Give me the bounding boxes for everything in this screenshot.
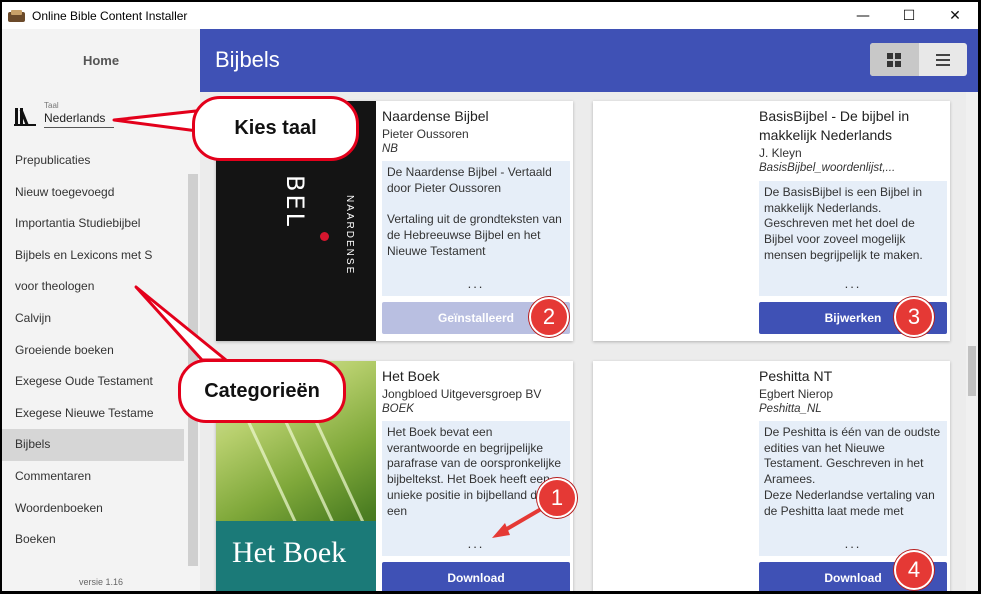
step-badge-2: 2 (529, 297, 569, 337)
callout-language: Kies taal (192, 96, 359, 161)
step-badge-3: 3 (894, 297, 934, 337)
annotation-arrows (112, 108, 550, 538)
callout-categories: Categorieën (178, 359, 346, 423)
step-badge-4: 4 (894, 550, 934, 590)
step-badge-1: 1 (537, 478, 577, 518)
